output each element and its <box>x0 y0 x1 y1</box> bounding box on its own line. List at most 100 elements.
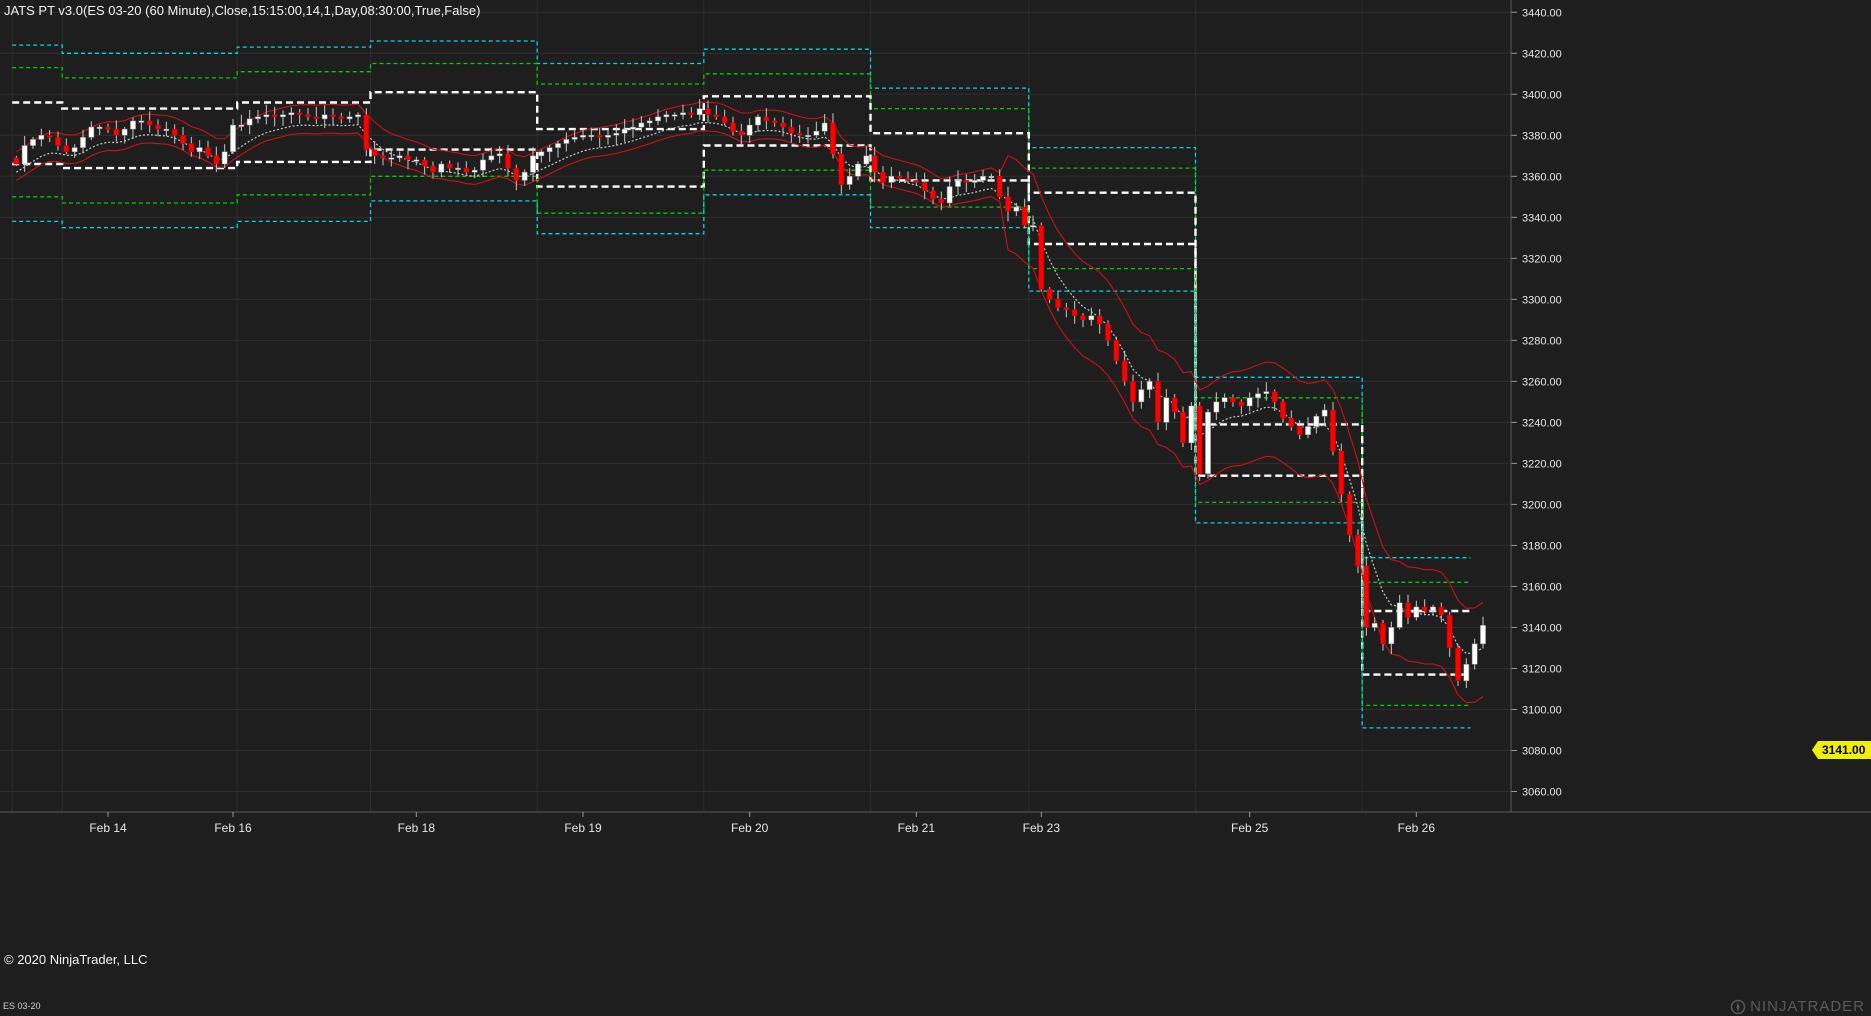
candle-body-up <box>1221 397 1228 403</box>
candle-body-up <box>538 151 545 157</box>
candle-body-up <box>71 147 78 152</box>
price-chart[interactable]: 3060.00 3080.00 3100.00 3120.00 3140.00 3160.… <box>0 0 1871 1016</box>
candle-body-up <box>1163 397 1170 423</box>
candle-body-down <box>1346 493 1353 536</box>
candle-body-down <box>271 114 278 118</box>
candle-body-down <box>1380 623 1386 645</box>
candle-body-up <box>388 157 395 160</box>
candle-body-up <box>1146 381 1153 390</box>
candle-body-down <box>796 132 803 136</box>
candle <box>1205 408 1211 479</box>
candle-body-up <box>1030 225 1036 228</box>
candle-body-up <box>38 135 45 140</box>
candle-body-down <box>305 114 311 118</box>
candle-body-up <box>946 186 953 204</box>
candle-body-down <box>1296 426 1303 435</box>
candle-body-up <box>471 169 478 173</box>
candle <box>1455 644 1461 687</box>
candle-body-down <box>1021 206 1028 226</box>
candle-body-up <box>1371 623 1378 628</box>
candle-body-down <box>330 114 336 118</box>
candle <box>1188 402 1195 451</box>
candle-body-up <box>196 147 203 152</box>
candle-body-up <box>1480 625 1486 645</box>
candle-body-up <box>863 155 870 165</box>
candle-body-down <box>513 167 520 181</box>
y-tick-label: 3440.00 <box>1522 7 1562 19</box>
candle-body-up <box>1138 389 1145 403</box>
candle-body-down <box>1046 288 1053 300</box>
candle-body-up <box>321 114 328 120</box>
candle <box>1338 443 1345 502</box>
candle <box>1038 222 1045 292</box>
candle-body-up <box>605 135 611 138</box>
candle-body-down <box>296 112 303 116</box>
instrument-label: ES 03-20 <box>3 1001 41 1011</box>
candle-body-down <box>63 145 70 152</box>
candle-body-up <box>1463 664 1470 682</box>
candle-body-down <box>113 128 120 136</box>
candle-body-up <box>1205 411 1211 474</box>
candle-body-down <box>938 198 945 204</box>
x-tick-label: Feb 20 <box>731 821 769 835</box>
candle-body-down <box>338 116 345 120</box>
candle-body-down <box>1055 299 1061 308</box>
y-tick-label: 3140.00 <box>1522 622 1562 634</box>
candle-body-down <box>771 120 778 124</box>
candle-body-down <box>371 149 378 157</box>
candle-body-down <box>1363 565 1370 628</box>
y-tick-label: 3080.00 <box>1522 745 1562 757</box>
candle-body-down <box>1038 225 1045 290</box>
candle <box>1180 406 1186 448</box>
candle-body-up <box>580 135 586 138</box>
x-tick-label: Feb 25 <box>1231 821 1269 835</box>
x-tick-label: Feb 16 <box>214 821 252 835</box>
candle-body-down <box>763 116 770 122</box>
x-tick-label: Feb 14 <box>89 821 127 835</box>
candle-body-up <box>30 139 36 146</box>
candle-body-down <box>188 143 195 152</box>
candle-body-down <box>1280 401 1286 419</box>
candle-body-down <box>1180 411 1186 444</box>
candle-body-up <box>696 108 703 116</box>
y-tick-label: 3260.00 <box>1522 376 1562 388</box>
candle-body-down <box>1271 391 1278 403</box>
candle-body-up <box>621 128 628 134</box>
y-tick-label: 3400.00 <box>1522 89 1562 101</box>
candle-body-down <box>830 122 836 154</box>
candle-body-down <box>905 178 911 181</box>
candle-body-up <box>755 116 761 126</box>
candle-body-down <box>463 167 470 173</box>
candle-body-down <box>1105 323 1111 341</box>
ninjatrader-logo: NINJATRADER <box>1730 998 1865 1015</box>
indicator-title: JATS PT v3.0(ES 03-20 (60 Minute),Close,… <box>4 3 481 18</box>
candle-body-up <box>888 176 895 183</box>
candle-body-down <box>1196 405 1203 474</box>
candle-body-down <box>1446 614 1453 649</box>
x-tick-label: Feb 23 <box>1023 821 1061 835</box>
candle-body-down <box>55 137 61 146</box>
candle-body-up <box>746 124 753 136</box>
y-tick-label: 3100.00 <box>1522 704 1562 716</box>
candle-body-up <box>980 176 986 181</box>
candle-body-up <box>1188 405 1195 444</box>
x-tick-label: Feb 19 <box>564 821 602 835</box>
candle-body-up <box>613 132 620 136</box>
candle-body-up <box>955 180 961 187</box>
candle-body-down <box>421 159 428 167</box>
candle-body-up <box>588 135 595 138</box>
candle-body-up <box>855 163 861 177</box>
candle-body-up <box>221 151 228 165</box>
candle-body-up <box>530 155 536 173</box>
candle-body-up <box>555 143 561 148</box>
candle-body-up <box>663 114 670 118</box>
y-tick-label: 3360.00 <box>1522 171 1562 183</box>
candle-body-down <box>1155 381 1161 423</box>
candle-body-down <box>205 147 211 157</box>
candle-body-up <box>355 114 361 118</box>
candle-body-down <box>738 130 745 136</box>
candle-body-up <box>96 126 103 129</box>
candle-body-down <box>896 176 903 179</box>
candle-body-up <box>1263 391 1270 394</box>
candle-body-up <box>1088 315 1095 321</box>
